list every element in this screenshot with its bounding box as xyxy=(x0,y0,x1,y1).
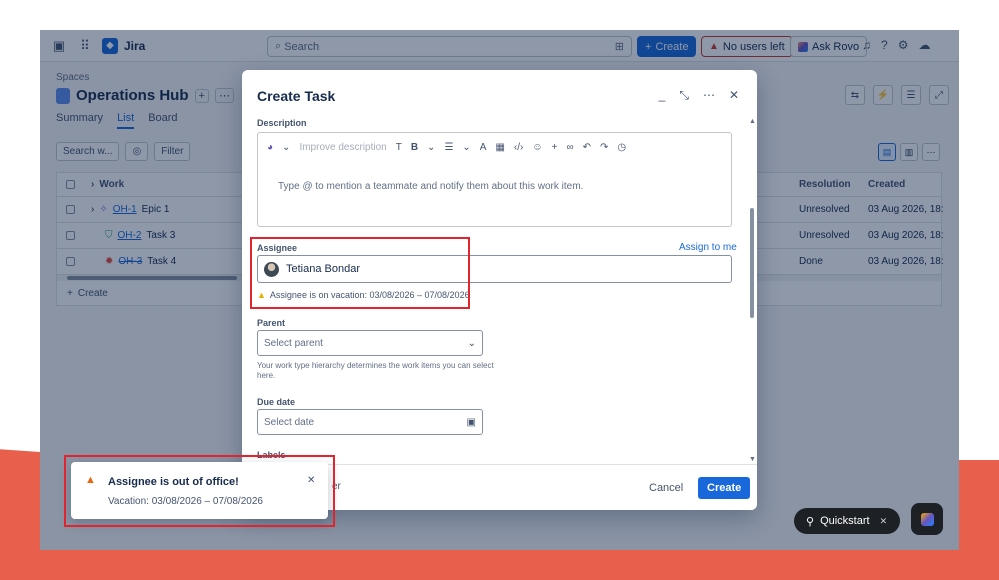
parent-helper-text: Your work type hierarchy determines the … xyxy=(257,361,494,381)
chevron-down-icon[interactable]: ⌄ xyxy=(427,142,435,153)
text-style-icon[interactable]: T xyxy=(396,142,402,153)
scroll-down-icon[interactable]: ▼ xyxy=(749,456,756,463)
assign-to-me-link[interactable]: Assign to me xyxy=(679,242,737,253)
close-icon[interactable]: ✕ xyxy=(729,88,739,103)
scroll-thumb[interactable] xyxy=(750,208,754,318)
quickstart-label: Quickstart xyxy=(820,515,870,527)
parent-select[interactable]: Select parent ⌄ xyxy=(257,330,483,356)
code-icon[interactable]: ‹/› xyxy=(514,142,523,153)
minimize-icon[interactable]: _ xyxy=(659,88,666,103)
highlight-box-assignee xyxy=(250,237,470,309)
redo-icon[interactable]: ↷ xyxy=(600,142,608,153)
editor-toolbar: ◕ ⌄ Improve description T B ⌄ ☰ ⌄ A ▦ ‹/… xyxy=(267,142,626,153)
lightbulb-icon: ⚲ xyxy=(806,515,815,528)
dialog-header-actions: _ ⤡ ⋯ ✕ xyxy=(659,88,739,103)
collapse-icon[interactable]: ⤡ xyxy=(679,88,689,103)
rovo-icon xyxy=(920,512,934,526)
create-submit-button[interactable]: Create xyxy=(698,477,751,499)
highlight-box-toast xyxy=(64,455,335,527)
chevron-down-icon[interactable]: ⌄ xyxy=(462,142,470,153)
dialog-title: Create Task xyxy=(257,88,336,104)
calendar-icon: ▣ xyxy=(466,416,476,428)
parent-placeholder: Select parent xyxy=(264,337,323,349)
text-color-icon[interactable]: A xyxy=(480,142,487,153)
more-icon[interactable]: ⋯ xyxy=(703,88,715,103)
chevron-down-icon[interactable]: ⌄ xyxy=(282,142,290,153)
link-icon[interactable]: ∞ xyxy=(566,142,573,153)
due-date-label: Due date xyxy=(257,397,296,407)
quickstart-button[interactable]: ⚲ Quickstart ✕ xyxy=(794,508,900,534)
rovo-chat-button[interactable] xyxy=(911,503,943,535)
insert-icon[interactable]: + xyxy=(552,142,558,153)
emoji-icon[interactable]: ☺ xyxy=(532,142,542,153)
history-icon[interactable]: ◷ xyxy=(617,142,626,153)
description-editor[interactable]: ◕ ⌄ Improve description T B ⌄ ☰ ⌄ A ▦ ‹/… xyxy=(257,132,732,227)
undo-icon[interactable]: ↶ xyxy=(583,142,591,153)
image-icon[interactable]: ▦ xyxy=(495,142,504,153)
create-task-dialog: Create Task _ ⤡ ⋯ ✕ Description ◕ ⌄ Impr… xyxy=(242,70,757,510)
parent-label: Parent xyxy=(257,318,286,328)
due-date-placeholder: Select date xyxy=(264,416,315,428)
description-placeholder: Type @ to mention a teammate and notify … xyxy=(278,181,584,192)
scroll-up-icon[interactable]: ▲ xyxy=(749,118,756,125)
chevron-down-icon: ⌄ xyxy=(467,337,476,349)
cancel-button[interactable]: Cancel xyxy=(640,477,692,499)
improve-description-button[interactable]: Improve description xyxy=(299,142,386,153)
due-date-picker[interactable]: Select date ▣ xyxy=(257,409,483,435)
bold-icon[interactable]: B xyxy=(411,142,418,153)
description-label: Description xyxy=(257,118,307,128)
dialog-scrollbar[interactable]: ▲ ▼ xyxy=(749,118,756,463)
dialog-body: Description ◕ ⌄ Improve description T B … xyxy=(242,114,757,466)
close-icon[interactable]: ✕ xyxy=(880,516,888,527)
bullet-list-icon[interactable]: ☰ xyxy=(444,142,453,153)
ai-icon[interactable]: ◕ xyxy=(267,142,273,153)
